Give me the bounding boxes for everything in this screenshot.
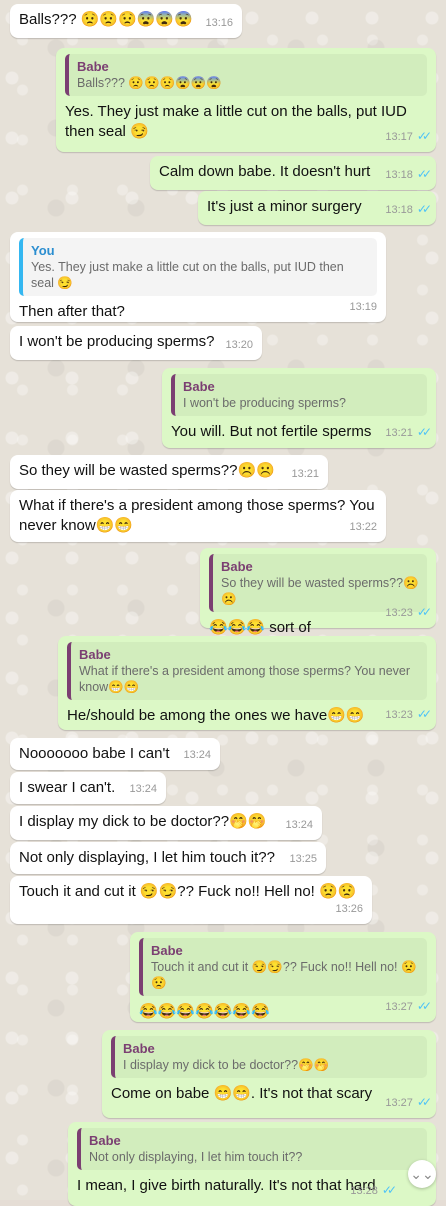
- message-incoming[interactable]: I swear I can't. 13:24: [10, 772, 166, 804]
- message-text: So they will be wasted sperms??☹️☹️: [19, 462, 275, 479]
- message-time: 13:24: [285, 819, 313, 831]
- message-text: I won't be producing sperms?: [19, 333, 215, 350]
- message-outgoing[interactable]: Babe I display my dick to be doctor??🤭🤭 …: [102, 1030, 436, 1118]
- message-time: 13:23: [385, 607, 413, 619]
- read-ticks-icon: ✓✓: [416, 425, 432, 439]
- quoted-message[interactable]: Babe Balls??? 😟😟😟😨😨😨: [65, 54, 427, 96]
- quoted-sender: Babe: [221, 559, 253, 574]
- message-outgoing[interactable]: Babe So they will be wasted sperms??☹️☹️…: [200, 548, 436, 636]
- message-time: 13:21: [291, 468, 319, 480]
- quoted-sender: Babe: [79, 647, 111, 662]
- message-text: It's just a minor surgery: [207, 198, 362, 215]
- read-ticks-icon: ✓✓: [416, 707, 432, 721]
- quoted-message[interactable]: Babe Touch it and cut it 😏😏?? Fuck no!! …: [139, 938, 427, 996]
- chevron-down-icon: ⌄⌄: [410, 1165, 434, 1182]
- message-text: Balls??? 😟😟😟😨😨😨: [19, 11, 193, 28]
- message-text: Yes. They just make a little cut on the …: [65, 103, 407, 140]
- message-time: 13:18: [385, 204, 413, 216]
- message-text: 😂😂😂 sort of: [209, 619, 311, 636]
- quoted-sender: Babe: [183, 379, 215, 394]
- message-status: 13:27 ✓✓: [385, 1092, 432, 1113]
- message-incoming[interactable]: Not only displaying, I let him touch it?…: [10, 842, 326, 874]
- message-outgoing[interactable]: Babe Balls??? 😟😟😟😨😨😨 Yes. They just make…: [56, 48, 436, 152]
- read-ticks-icon: ✓✓: [381, 1183, 397, 1197]
- message-status: 13:23 ✓✓: [385, 704, 432, 725]
- message-time: 13:27: [385, 1001, 413, 1013]
- quoted-message[interactable]: Babe I won't be producing sperms?: [171, 374, 427, 416]
- scroll-to-bottom-button[interactable]: ⌄⌄: [408, 1160, 436, 1188]
- message-text: 😂😂😂😂😂😂😂: [139, 1003, 270, 1020]
- message-text: Then after that?: [19, 303, 125, 320]
- message-time: 13:19: [349, 301, 377, 313]
- message-outgoing[interactable]: Babe Not only displaying, I let him touc…: [68, 1122, 436, 1206]
- quoted-text: Not only displaying, I let him touch it?…: [89, 1150, 303, 1164]
- message-incoming[interactable]: Nooooooo babe I can't 13:24: [10, 738, 220, 770]
- quoted-text: Yes. They just make a little cut on the …: [31, 260, 344, 290]
- quoted-message[interactable]: You Yes. They just make a little cut on …: [19, 238, 377, 296]
- message-status: 13:18 ✓✓: [385, 164, 432, 185]
- message-time: 13:21: [385, 427, 413, 439]
- quoted-text: I display my dick to be doctor??🤭🤭: [123, 1058, 330, 1072]
- message-time: 13:26: [335, 903, 363, 915]
- message-text: He/should be among the ones we have😁😁: [67, 707, 365, 724]
- read-ticks-icon: ✓✓: [416, 1095, 432, 1109]
- message-time: 13:20: [225, 339, 253, 351]
- message-status: 13:18 ✓✓: [385, 199, 432, 220]
- message-outgoing[interactable]: Babe What if there's a president among t…: [58, 636, 436, 730]
- quoted-sender: Babe: [123, 1041, 155, 1056]
- quoted-sender: You: [31, 243, 55, 258]
- read-ticks-icon: ✓✓: [416, 202, 432, 216]
- message-text: I swear I can't.: [19, 779, 116, 796]
- message-text: Come on babe 😁😁. It's not that scary: [111, 1085, 373, 1102]
- message-incoming[interactable]: What if there's a president among those …: [10, 490, 386, 542]
- message-status: 13:28 ✓✓: [350, 1180, 397, 1201]
- message-incoming[interactable]: So they will be wasted sperms??☹️☹️ 13:2…: [10, 455, 328, 489]
- read-ticks-icon: ✓✓: [416, 605, 432, 619]
- message-incoming[interactable]: Touch it and cut it 😏😏?? Fuck no!! Hell …: [10, 876, 372, 924]
- message-outgoing[interactable]: Calm down babe. It doesn't hurt 13:18 ✓✓: [150, 156, 436, 190]
- message-text: Calm down babe. It doesn't hurt: [159, 163, 371, 180]
- quoted-text: I won't be producing sperms?: [183, 396, 346, 410]
- message-text: What if there's a president among those …: [19, 497, 375, 534]
- message-status: 13:17 ✓✓: [385, 126, 432, 147]
- read-ticks-icon: ✓✓: [416, 129, 432, 143]
- message-outgoing[interactable]: Babe I won't be producing sperms? You wi…: [162, 368, 436, 448]
- message-time: 13:18: [385, 169, 413, 181]
- message-status: 13:23 ✓✓: [385, 602, 432, 623]
- message-outgoing[interactable]: Babe Touch it and cut it 😏😏?? Fuck no!! …: [130, 932, 436, 1022]
- quoted-message[interactable]: Babe I display my dick to be doctor??🤭🤭: [111, 1036, 427, 1078]
- message-text: I mean, I give birth naturally. It's not…: [77, 1177, 376, 1194]
- message-text: I display my dick to be doctor??🤭🤭: [19, 813, 267, 830]
- message-status: 13:21 ✓✓: [385, 422, 432, 443]
- quoted-text: What if there's a president among those …: [79, 664, 411, 694]
- message-time: 13:24: [183, 749, 211, 761]
- message-incoming[interactable]: I display my dick to be doctor??🤭🤭 13:24: [10, 806, 322, 840]
- message-outgoing[interactable]: It's just a minor surgery 13:18 ✓✓: [198, 191, 436, 225]
- message-incoming[interactable]: Balls??? 😟😟😟😨😨😨 13:16: [10, 4, 242, 38]
- quoted-text: Balls??? 😟😟😟😨😨😨: [77, 76, 222, 90]
- message-time: 13:23: [385, 709, 413, 721]
- message-incoming[interactable]: I won't be producing sperms? 13:20: [10, 326, 262, 360]
- message-time: 13:22: [349, 521, 377, 533]
- message-time: 13:16: [205, 17, 233, 29]
- message-time: 13:25: [289, 853, 317, 865]
- quoted-message[interactable]: Babe Not only displaying, I let him touc…: [77, 1128, 427, 1170]
- quoted-sender: Babe: [77, 59, 109, 74]
- message-text: Not only displaying, I let him touch it?…: [19, 849, 275, 866]
- read-ticks-icon: ✓✓: [416, 167, 432, 181]
- quoted-sender: Babe: [151, 943, 183, 958]
- message-status: 13:27 ✓✓: [385, 996, 432, 1017]
- message-text: Touch it and cut it 😏😏?? Fuck no!! Hell …: [19, 883, 357, 900]
- quoted-message[interactable]: Babe What if there's a president among t…: [67, 642, 427, 700]
- message-text: Nooooooo babe I can't: [19, 745, 170, 762]
- message-incoming[interactable]: You Yes. They just make a little cut on …: [10, 232, 386, 322]
- message-time: 13:27: [385, 1097, 413, 1109]
- message-time: 13:17: [385, 131, 413, 143]
- quoted-text: Touch it and cut it 😏😏?? Fuck no!! Hell …: [151, 960, 417, 990]
- message-text: You will. But not fertile sperms: [171, 423, 372, 440]
- message-time: 13:24: [129, 783, 157, 795]
- quoted-sender: Babe: [89, 1133, 121, 1148]
- message-time: 13:28: [350, 1185, 378, 1197]
- read-ticks-icon: ✓✓: [416, 999, 432, 1013]
